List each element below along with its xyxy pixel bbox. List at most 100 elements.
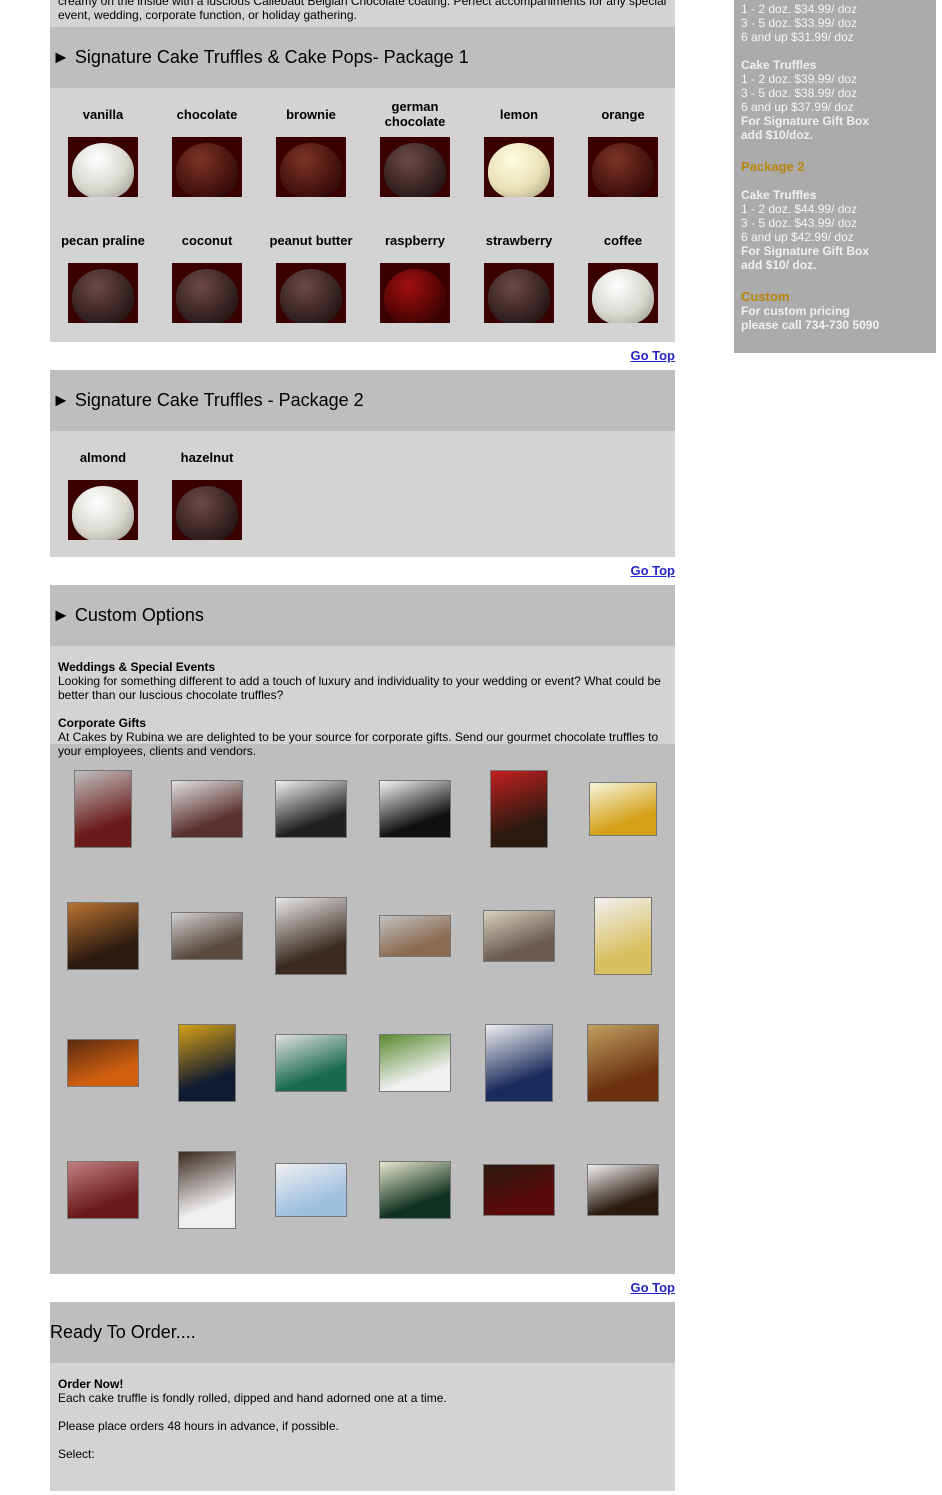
gallery-photo[interactable] [379, 779, 451, 838]
flavor-card: raspberry [363, 214, 467, 340]
package1-flavors: vanilla chocolate brownie german chocolate l… [50, 88, 675, 342]
weddings-title: Weddings & Special Events [58, 660, 216, 674]
flavor-name: almond [79, 449, 127, 465]
pricing-sidebar: 1 - 2 doz. $34.99/ doz 3 - 5 doz. $33.99… [734, 0, 936, 353]
flavor-card: chocolate [155, 88, 259, 214]
gallery-cell [363, 872, 467, 999]
gallery-photo[interactable] [171, 779, 243, 838]
p2-truffles-title: Cake Truffles [741, 188, 817, 202]
gallery-photo[interactable] [483, 909, 555, 962]
select-label: Select: [58, 1447, 95, 1461]
gallery-photo[interactable] [379, 914, 451, 957]
flavor-name: pecan praline [61, 232, 145, 248]
gallery-photo[interactable] [178, 1023, 236, 1102]
gallery-cell [155, 745, 259, 872]
flavor-name: chocolate [176, 106, 238, 122]
gallery-cell [51, 872, 155, 999]
gallery-photo[interactable] [483, 1163, 555, 1216]
main-column: creamy on the inside with a luscious Cal… [50, 0, 675, 1491]
gallery-photo[interactable] [589, 781, 657, 836]
flavor-name: peanut butter [269, 232, 353, 248]
flavor-name: raspberry [385, 232, 445, 248]
gallery-cell [363, 999, 467, 1126]
order-line-2: Please place orders 48 hours in advance,… [58, 1419, 339, 1433]
flavor-name: lemon [499, 106, 539, 122]
flavor-card: coffee [571, 214, 675, 340]
gallery-cell [467, 872, 571, 999]
flavor-card: orange [571, 88, 675, 214]
flavor-card: brownie [259, 88, 363, 214]
gallery-cell [259, 872, 363, 999]
gotop-row-1: Go Top [50, 342, 675, 370]
order-header: Ready To Order.... [50, 1302, 675, 1363]
gallery-cell [571, 745, 675, 872]
p2-gift-box-1: For Signature Gift Box [741, 244, 870, 258]
gallery-photo[interactable] [178, 1150, 236, 1229]
truffle-photo [484, 263, 554, 323]
gallery-photo[interactable] [67, 1038, 139, 1087]
gallery-cell [259, 745, 363, 872]
gallery-photo[interactable] [379, 1160, 451, 1219]
order-title: Order Now! [58, 1377, 124, 1391]
package2-header: ► Signature Cake Truffles - Package 2 [50, 370, 675, 431]
go-top-link[interactable]: Go Top [630, 348, 675, 363]
gallery-cell [571, 1126, 675, 1253]
flavor-name: vanilla [82, 106, 124, 122]
gallery-cell [155, 999, 259, 1126]
p1-truffle-price-1: 1 - 2 doz. $39.99/ doz [741, 72, 858, 86]
gallery-cell [467, 1126, 571, 1253]
gotop-row-3: Go Top [50, 1274, 675, 1302]
gotop-row-2: Go Top [50, 557, 675, 585]
gallery-photo[interactable] [594, 896, 652, 975]
gallery-photo[interactable] [275, 896, 347, 975]
custom-text: Weddings & Special Events Looking for so… [50, 646, 675, 758]
flavor-card: peanut butter [259, 214, 363, 340]
truffle-photo [380, 263, 450, 323]
corporate-title: Corporate Gifts [58, 716, 147, 730]
gallery-photo[interactable] [275, 1162, 347, 1217]
custom-line-1: For custom pricing [741, 304, 850, 318]
package2-flavors: almond hazelnut [50, 431, 675, 557]
flavor-name: orange [601, 106, 645, 122]
go-top-link[interactable]: Go Top [630, 563, 675, 578]
truffle-photo [484, 137, 554, 197]
intro-line-1: creamy on the inside with a luscious Cal… [58, 0, 667, 8]
flavor-card: lemon [467, 88, 571, 214]
truffle-photo [172, 137, 242, 197]
gallery-photo[interactable] [67, 901, 139, 970]
gallery-photo[interactable] [275, 779, 347, 838]
gallery-photo[interactable] [379, 1033, 451, 1092]
truffle-photo [68, 263, 138, 323]
p2-gift-box-2: add $10/ doz. [741, 258, 817, 272]
flavor-name: hazelnut [180, 449, 234, 465]
flavor-card: hazelnut [155, 431, 259, 557]
gallery-photo[interactable] [490, 769, 548, 848]
gallery-cell [51, 999, 155, 1126]
gallery-photo[interactable] [67, 1160, 139, 1219]
gallery-photo[interactable] [275, 1033, 347, 1092]
p2-price-1: 1 - 2 doz. $44.99/ doz [741, 202, 858, 216]
gallery-cell [571, 999, 675, 1126]
flavor-card: almond [51, 431, 155, 557]
gallery-cell [51, 745, 155, 872]
package1-header: ► Signature Cake Truffles & Cake Pops- P… [50, 27, 675, 88]
flavor-name: coffee [603, 232, 643, 248]
flavor-name: strawberry [485, 232, 553, 248]
custom-line-2: please call 734-730 5090 [741, 318, 880, 332]
p1-truffle-price-2: 3 - 5 doz. $38.99/ doz [741, 86, 858, 100]
flavor-card: vanilla [51, 88, 155, 214]
gallery-photo[interactable] [74, 769, 132, 848]
gallery-photo[interactable] [485, 1023, 553, 1102]
p1-truffle-price-3: 6 and up $37.99/ doz [741, 100, 854, 114]
truffle-photo [276, 263, 346, 323]
gallery-photo[interactable] [587, 1023, 659, 1102]
go-top-link[interactable]: Go Top [630, 1280, 675, 1295]
p2-price-2: 3 - 5 doz. $43.99/ doz [741, 216, 858, 230]
gallery-photo[interactable] [171, 911, 243, 960]
gallery-cell [363, 745, 467, 872]
truffle-photo [68, 480, 138, 540]
order-text: Order Now! Each cake truffle is fondly r… [50, 1363, 675, 1491]
truffle-photo [588, 263, 658, 323]
p1-price-3: 6 and up $31.99/ doz [741, 30, 854, 44]
gallery-photo[interactable] [587, 1163, 659, 1216]
